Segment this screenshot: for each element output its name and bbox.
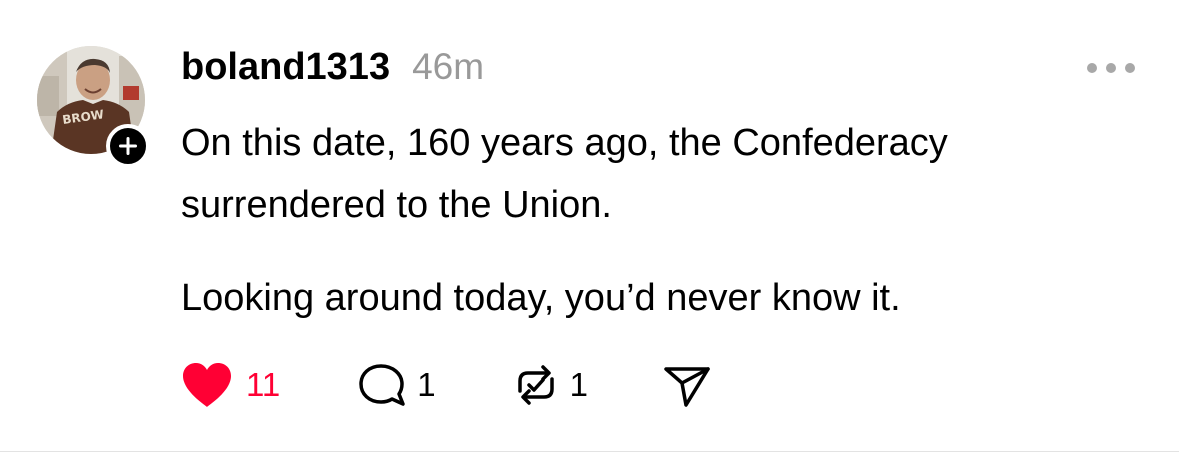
comment-bubble-icon <box>359 364 406 406</box>
follow-button[interactable] <box>106 124 150 168</box>
share-button[interactable] <box>662 357 712 413</box>
heart-icon <box>183 363 231 407</box>
divider <box>0 451 1179 452</box>
avatar-container[interactable]: BROW <box>37 46 150 168</box>
more-icon <box>1087 63 1097 73</box>
post-card[interactable]: BROW boland1313 46m On this date, 160 ye… <box>0 0 1179 452</box>
send-icon <box>664 367 710 407</box>
repost-icon <box>517 365 554 405</box>
username-link[interactable]: boland1313 <box>181 46 390 89</box>
reply-button[interactable]: 1 <box>357 357 436 413</box>
more-options-button[interactable] <box>1087 58 1135 78</box>
post-paragraph: Looking around today, you’d never know i… <box>181 277 901 319</box>
plus-icon <box>119 137 137 155</box>
more-icon-dot <box>1106 63 1116 73</box>
reply-count: 1 <box>417 366 436 403</box>
post-paragraph: On this date, 160 years ago, the Confede… <box>181 122 948 226</box>
more-icon-dot <box>1125 63 1135 73</box>
like-button[interactable]: 11 <box>180 357 280 413</box>
like-count: 11 <box>246 366 281 403</box>
repost-count: 1 <box>569 366 588 403</box>
repost-button[interactable]: 1 <box>510 357 588 413</box>
post-timestamp: 46m <box>412 46 485 87</box>
post-header: boland1313 46m <box>181 46 484 94</box>
action-bar: 11 1 1 <box>180 357 712 413</box>
post-body[interactable]: On this date, 160 years ago, the Confede… <box>181 112 1151 329</box>
